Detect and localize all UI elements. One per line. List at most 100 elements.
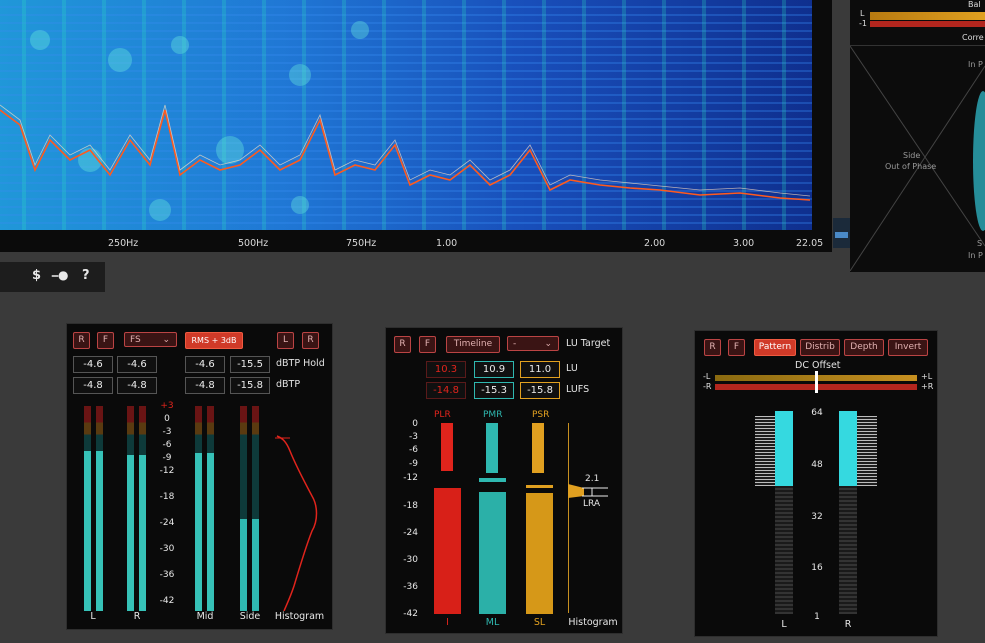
scale-tick: -12: [159, 466, 175, 476]
bit-bar-l: [775, 411, 793, 486]
spectrogram-display[interactable]: [0, 0, 812, 230]
lufs-label: LUFS: [566, 384, 590, 395]
foot-label-i: I: [446, 617, 449, 628]
scale-tick: 64: [811, 408, 823, 418]
channel-label: L: [781, 619, 787, 630]
plr-bar: [441, 423, 453, 471]
dc-right-neg: -R: [703, 382, 712, 391]
pmr-bar: [486, 423, 498, 473]
psr-head: PSR: [532, 410, 550, 420]
channel-label: Side: [239, 611, 261, 622]
hold-label: dBTP Hold: [276, 358, 325, 369]
scale-tick: 16: [811, 563, 823, 573]
lu-value-plr: 10.3: [426, 361, 466, 378]
lufs-value-ml: -15.3: [474, 382, 514, 399]
level-value: -4.8: [73, 377, 113, 394]
foot-label-ml: ML: [485, 617, 500, 628]
key-icon[interactable]: ⎯●: [52, 268, 68, 283]
level-value: -4.8: [117, 377, 157, 394]
lu-target-value: -: [513, 339, 517, 349]
pmr-head: PMR: [483, 410, 503, 420]
dc-offset-panel: R F Pattern Distrib Depth Invert DC Offs…: [694, 330, 938, 637]
freq-label: 1.00: [436, 238, 458, 249]
freq-label: 22.05: [796, 238, 824, 249]
vectorscope-display: In P Side Out of Phase S In P: [850, 45, 985, 271]
scrollbar[interactable]: [833, 218, 850, 248]
toolbar: $ ⎯● ?: [0, 262, 105, 292]
freeze-button[interactable]: F: [728, 339, 745, 356]
out-of-phase-label: Out of Phase: [885, 162, 937, 171]
in-phase-label: In P: [968, 251, 983, 260]
correlation-label: Corre: [962, 33, 984, 42]
psr-bar: [532, 423, 544, 473]
correlation-bar: [870, 21, 985, 27]
integrated-bar: [434, 488, 461, 614]
channel-label: Histogram: [274, 611, 325, 622]
right-button[interactable]: R: [302, 332, 319, 349]
pattern-button[interactable]: Pattern: [754, 339, 796, 356]
scale-tick: -12: [403, 473, 418, 483]
loudness-meter-panel: R F Timeline - ⌄ LU Target 10.3 10.9 11.…: [385, 327, 623, 634]
freeze-button[interactable]: F: [419, 336, 436, 353]
label-minus1: -1: [859, 19, 867, 28]
spectrogram-panel: 250Hz 500Hz 750Hz 1.00 2.00 3.00 22.05: [0, 0, 832, 252]
scale-tick: -3: [409, 432, 418, 442]
bit-pattern-l-left: [755, 416, 775, 486]
distrib-button[interactable]: Distrib: [800, 339, 840, 356]
channel-label: Mid: [196, 611, 214, 622]
depth-button[interactable]: Depth: [844, 339, 884, 356]
dc-left-pos: +L: [921, 372, 933, 381]
reset-button[interactable]: R: [73, 332, 90, 349]
dollar-icon[interactable]: $: [32, 268, 41, 283]
scale-tick: -9: [162, 453, 172, 463]
dc-right-pos: +R: [921, 382, 934, 391]
reset-button[interactable]: R: [394, 336, 411, 353]
timeline-button[interactable]: Timeline: [446, 336, 500, 353]
level-histogram: [275, 435, 318, 611]
scale-tick: -3: [162, 427, 172, 437]
foot-label-sl: SL: [533, 617, 546, 628]
scale-tick: -6: [162, 440, 172, 450]
scale-tick: -30: [159, 544, 175, 554]
scale-tick: -18: [403, 501, 418, 511]
rms-button[interactable]: RMS + 3dB: [185, 332, 243, 349]
meter-fill: [96, 451, 103, 611]
scale-tick: -9: [409, 459, 418, 469]
help-icon[interactable]: ?: [82, 268, 90, 283]
meter-fill: [84, 451, 91, 611]
freq-label: 750Hz: [346, 238, 377, 249]
lu-target-label: LU Target: [566, 338, 611, 349]
scale-tick: -24: [403, 528, 418, 538]
bit-pattern-r-right: [857, 416, 877, 486]
scale-tick: 0: [412, 419, 418, 429]
level-value: -15.8: [230, 377, 270, 394]
freq-label: 250Hz: [108, 238, 139, 249]
freeze-button[interactable]: F: [97, 332, 114, 349]
short-term-bar: [526, 493, 553, 614]
left-button[interactable]: L: [277, 332, 294, 349]
meter-fill: [252, 519, 259, 611]
vectorscope-panel: L -1 Bal Corre In P Side Out of Phase S …: [850, 0, 985, 272]
scale-tick: -42: [403, 609, 418, 619]
scale-tick: 32: [811, 512, 823, 522]
meter-fill: [139, 455, 146, 611]
freq-label: 3.00: [733, 238, 755, 249]
lu-target-select[interactable]: - ⌄: [507, 336, 559, 351]
lufs-value-sl: -15.8: [520, 382, 560, 399]
ml-peak: [479, 478, 506, 482]
dc-left-neg: -L: [703, 372, 711, 381]
meter-fill: [127, 455, 134, 611]
lu-value-psr: 11.0: [520, 361, 560, 378]
meter-fill: [240, 519, 247, 611]
reset-button[interactable]: R: [704, 339, 721, 356]
lra-label: LRA: [583, 499, 601, 509]
invert-button[interactable]: Invert: [888, 339, 928, 356]
meter-fill: [195, 453, 202, 611]
lu-label: LU: [566, 363, 578, 374]
scale-tick: +3: [160, 401, 174, 411]
bit-empty-r: [839, 486, 857, 614]
dc-center-marker: [815, 371, 818, 393]
scale-select[interactable]: FS ⌄: [124, 332, 177, 347]
chevron-down-icon: ⌄: [162, 335, 170, 345]
label-l: L: [860, 9, 865, 18]
